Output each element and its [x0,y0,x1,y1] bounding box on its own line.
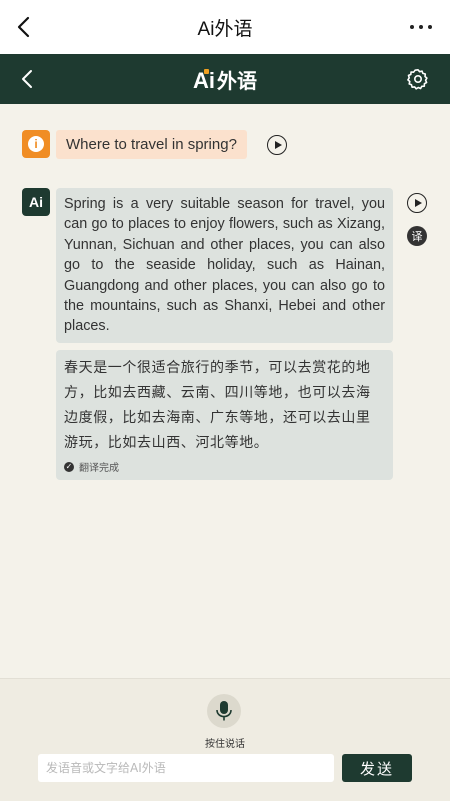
translation-text: 春天是一个很适合旅行的季节，可以去赏花的地方，比如去西藏、云南、四川等地，也可以… [64,360,371,451]
ai-message-bubble: Spring is a very suitable season for tra… [56,188,393,343]
user-play-icon[interactable] [267,135,287,155]
message-input[interactable] [38,754,334,782]
translation-bubble: 春天是一个很适合旅行的季节，可以去赏花的地方，比如去西藏、云南、四川等地，也可以… [56,350,393,480]
translation-status: ✓ 翻译完成 [64,459,385,474]
back-chevron-icon[interactable] [14,15,34,39]
top-nav-bar: Ai外语 [0,0,450,54]
app-header: Ai 外语 [0,54,450,104]
user-avatar: i [22,130,50,158]
hold-to-talk-label: 按住说话 [205,739,245,750]
translation-status-label: 翻译完成 [79,463,119,474]
ai-play-icon[interactable] [407,193,427,213]
microphone-icon [216,701,232,721]
check-circle-icon: ✓ [64,461,74,472]
page-title: Ai外语 [197,18,253,40]
ai-avatar: Ai [22,188,50,216]
microphone-button[interactable] [207,694,241,728]
app-back-chevron-icon[interactable] [20,69,34,89]
app-logo: Ai 外语 [193,65,257,94]
info-icon: i [28,136,44,152]
more-options-icon[interactable] [410,25,432,29]
user-message-bubble: Where to travel in spring? [56,130,247,159]
send-button[interactable]: 发送 [342,754,412,782]
translate-button[interactable]: 译 [407,226,427,246]
logo-cn-text: 外语 [217,68,257,93]
gear-icon[interactable] [406,67,430,91]
logo-accent-dot [204,68,209,74]
